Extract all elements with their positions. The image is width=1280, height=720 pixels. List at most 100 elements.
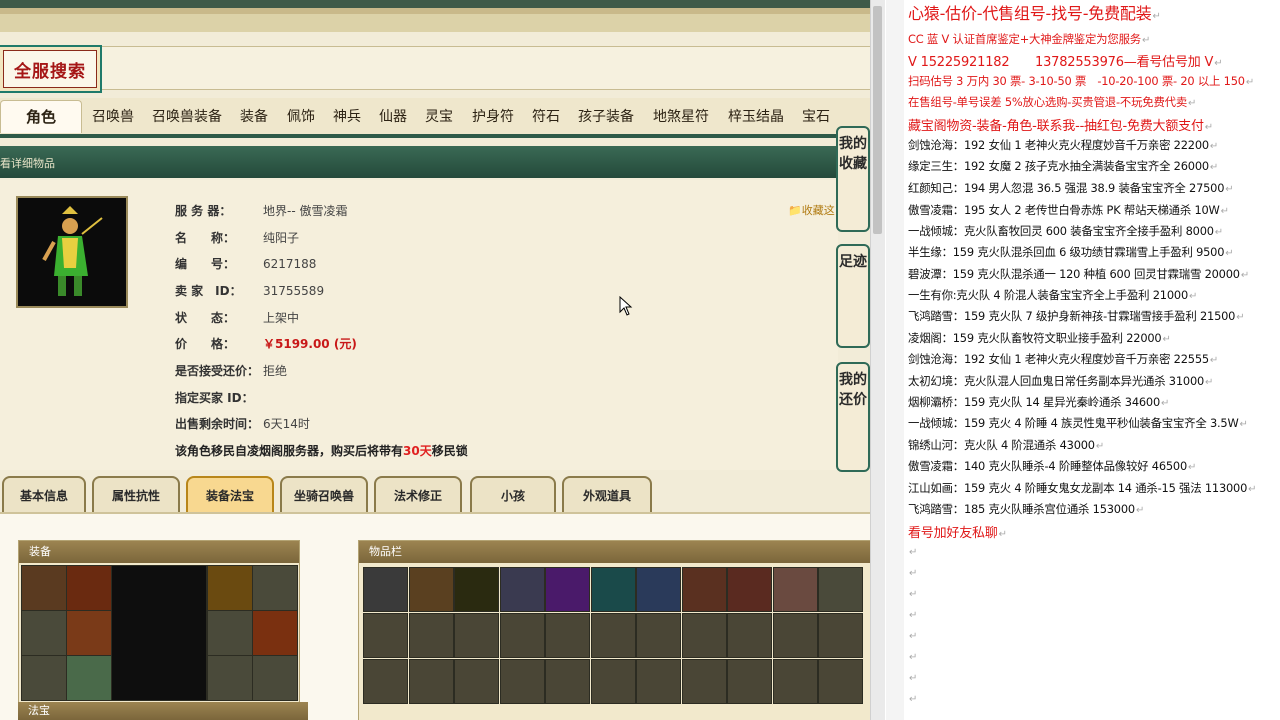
tab-role[interactable]: 角色 xyxy=(0,100,82,133)
inventory-item[interactable] xyxy=(454,567,499,612)
paragraph-mark-icon: ↵ xyxy=(1162,334,1171,345)
document-line-text: 剑蚀沧海：192 女仙 1 老神火克火程度妙音千万亲密 22555 xyxy=(908,352,1209,366)
equip-slot-empty-6[interactable] xyxy=(252,655,298,701)
inventory-item[interactable] xyxy=(818,567,863,612)
my-counter-offers-button[interactable]: 我的还价 xyxy=(836,362,870,472)
tab-basic-info[interactable]: 基本信息 xyxy=(2,476,86,512)
tab-amulet[interactable]: 护身符 xyxy=(472,106,514,126)
document-line: 凌烟阁：159 克火队畜牧符文职业接手盈利 22000↵ xyxy=(908,330,1171,346)
category-tabs: 角色 召唤兽 召唤兽装备 装备 佩饰 神兵 仙器 灵宝 护身符 符石 孩子装备 … xyxy=(0,98,870,134)
tab-appearance[interactable]: 外观道具 xyxy=(562,476,652,512)
price-row: 价 格： ￥5199.00 (元) xyxy=(175,337,357,351)
equip-slot-empty-2[interactable] xyxy=(21,655,67,701)
tab-rune[interactable]: 符石 xyxy=(532,106,560,126)
inventory-slot-empty[interactable] xyxy=(636,613,681,658)
inventory-slot-empty[interactable] xyxy=(590,659,636,704)
tab-child-equip[interactable]: 孩子装备 xyxy=(578,106,634,126)
tab-equip[interactable]: 装备 xyxy=(240,106,268,126)
inventory-slot-empty[interactable] xyxy=(545,659,590,704)
document-line: 藏宝阁物资-装备-角色-联系我--抽红包-免费大额支付↵ xyxy=(908,115,1213,134)
tab-summon[interactable]: 召唤兽 xyxy=(92,106,134,126)
equip-slot-empty[interactable] xyxy=(21,610,67,656)
tab-star-talisman[interactable]: 地煞星符 xyxy=(653,106,709,126)
document-line-text: V 15225921182 13782553976—看号估号加 V xyxy=(908,55,1214,70)
equip-slot-helmet[interactable] xyxy=(21,565,67,611)
inventory-item[interactable] xyxy=(363,567,408,612)
equip-slot-weapon[interactable] xyxy=(207,565,253,611)
scrollbar[interactable] xyxy=(870,0,885,720)
equip-slot-necklace[interactable] xyxy=(66,565,112,611)
equip-slot-empty-4[interactable] xyxy=(207,610,253,656)
inventory-slot-empty[interactable] xyxy=(454,659,499,704)
tab-divine-weapon[interactable]: 神兵 xyxy=(333,106,361,126)
inventory-slot-empty[interactable] xyxy=(454,613,499,658)
inventory-item[interactable] xyxy=(545,567,590,612)
paragraph-mark-icon: ↵ xyxy=(1188,462,1197,473)
tab-equip-fabao[interactable]: 装备法宝 xyxy=(186,476,274,512)
inventory-slot-empty[interactable] xyxy=(727,613,772,658)
inventory-item[interactable] xyxy=(772,567,818,612)
tab-attributes[interactable]: 属性抗性 xyxy=(92,476,180,512)
inventory-slot-empty[interactable] xyxy=(681,613,727,658)
tab-summon-equip[interactable]: 召唤兽装备 xyxy=(152,106,222,126)
tab-spell-correction[interactable]: 法术修正 xyxy=(374,476,462,512)
inventory-slot-empty[interactable] xyxy=(818,613,863,658)
inventory-slot-empty[interactable] xyxy=(363,659,408,704)
footprint-button[interactable]: 足迹 xyxy=(836,244,870,348)
inventory-item[interactable] xyxy=(590,567,636,612)
equip-slot-boots[interactable] xyxy=(66,655,112,701)
paragraph-mark-icon: ↵ xyxy=(1188,98,1197,109)
tab-jade-crystal[interactable]: 梓玉结晶 xyxy=(728,106,784,126)
search-bar[interactable] xyxy=(0,46,870,90)
document-line: 飞鸿踏雪：185 克火队睡杀宫位通杀 153000↵ xyxy=(908,501,1144,517)
tab-gem[interactable]: 宝石 xyxy=(802,106,830,126)
inventory-slot-empty[interactable] xyxy=(727,659,772,704)
inventory-slot-empty[interactable] xyxy=(681,659,727,704)
document-line-text: 碧波潭：159 克火队混杀通一 120 种植 600 回灵甘霖瑞雪 20000 xyxy=(908,267,1240,281)
inventory-item[interactable] xyxy=(499,567,545,612)
tab-spirit-treasure[interactable]: 灵宝 xyxy=(425,106,453,126)
inventory-slot-empty[interactable] xyxy=(772,613,818,658)
document-line: 烟柳灞桥：159 克火队 14 星异光秦岭通杀 34600↵ xyxy=(908,394,1169,410)
tab-immortal-item[interactable]: 仙器 xyxy=(379,106,407,126)
equip-slot-empty-5[interactable] xyxy=(207,655,253,701)
equip-slot-empty-3[interactable] xyxy=(252,565,298,611)
document-line: 飞鸿踏雪：159 克火队 7 级护身新神孩-甘霖瑞雪接手盈利 21500↵ xyxy=(908,308,1245,324)
inventory-item[interactable] xyxy=(636,567,681,612)
paragraph-mark-icon: ↵ xyxy=(909,673,918,684)
tab-child[interactable]: 小孩 xyxy=(470,476,556,512)
empty-paragraph: ↵ xyxy=(908,565,917,579)
my-favorites-button[interactable]: 我的收藏 xyxy=(836,126,870,232)
paragraph-mark-icon: ↵ xyxy=(1209,162,1219,173)
inventory-item[interactable] xyxy=(727,567,772,612)
equip-slot-armor[interactable] xyxy=(66,610,112,656)
inventory-slot-empty[interactable] xyxy=(545,613,590,658)
tab-accessory[interactable]: 佩饰 xyxy=(287,106,315,126)
paragraph-mark-icon: ↵ xyxy=(1214,58,1223,69)
inventory-slot-empty[interactable] xyxy=(408,613,454,658)
inventory-item[interactable] xyxy=(408,567,454,612)
inventory-slot-empty[interactable] xyxy=(363,613,408,658)
inventory-slot-empty[interactable] xyxy=(818,659,863,704)
server-search-badge[interactable]: 全服搜索 xyxy=(0,45,102,93)
document-line-text: 飞鸿踏雪：159 克火队 7 级护身新神孩-甘霖瑞雪接手盈利 21500 xyxy=(908,309,1236,323)
paragraph-mark-icon: ↵ xyxy=(909,610,918,621)
inventory-item[interactable] xyxy=(681,567,727,612)
top-banner xyxy=(0,0,870,32)
empty-paragraph: ↵ xyxy=(908,670,917,684)
equip-slot-belt[interactable] xyxy=(252,610,298,656)
inventory-slot-empty[interactable] xyxy=(408,659,454,704)
inventory-slot-empty[interactable] xyxy=(636,659,681,704)
inventory-slot-empty[interactable] xyxy=(772,659,818,704)
inventory-slot-empty[interactable] xyxy=(499,659,545,704)
migration-note: 该角色移民自凌烟阁服务器，购买后将带有30天移民锁 xyxy=(175,444,468,458)
tab-mount-summon[interactable]: 坐骑召唤兽 xyxy=(280,476,368,512)
inventory-slot-empty[interactable] xyxy=(499,613,545,658)
document-line-text: 凌烟阁：159 克火队畜牧符文职业接手盈利 22000 xyxy=(908,331,1162,345)
scrollbar-thumb[interactable] xyxy=(873,6,882,234)
paragraph-mark-icon: ↵ xyxy=(909,547,918,558)
status-row: 状 态： 上架中 xyxy=(175,311,300,325)
favorite-link[interactable]: 📁收藏这 xyxy=(788,202,835,218)
document-line: 扫码估号 3 万内 30 票- 3-10-50 票 -10-20-100 票- … xyxy=(908,73,1254,89)
inventory-slot-empty[interactable] xyxy=(590,613,636,658)
